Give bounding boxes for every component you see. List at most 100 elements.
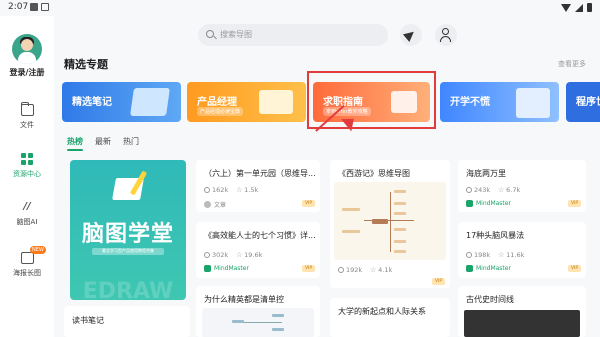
star-icon: ☆ bbox=[236, 251, 243, 259]
card-title: 《高效能人士的七个习惯》详... bbox=[204, 231, 316, 240]
new-badge: NEW bbox=[30, 246, 46, 254]
poster-icon bbox=[20, 252, 34, 264]
card-title: 17种头脑风暴法 bbox=[466, 231, 525, 240]
banner-subtitle: 产品经理必读宝典 bbox=[197, 107, 244, 116]
see-more-link[interactable]: 查看更多 bbox=[558, 59, 586, 69]
search-icon bbox=[206, 30, 214, 38]
card-stats: 192k ☆ 4.1k bbox=[338, 266, 392, 274]
eye-icon bbox=[204, 187, 210, 193]
card-title: 读书笔记 bbox=[72, 316, 104, 325]
eye-icon bbox=[204, 252, 210, 258]
content-tabs: 热榜 最新 热门 bbox=[67, 136, 139, 147]
tab-popular[interactable]: 热门 bbox=[123, 136, 139, 147]
sidebar-item-label: 文件 bbox=[20, 121, 34, 129]
hero-title: 脑图学堂 bbox=[81, 222, 174, 247]
books-illustration bbox=[130, 88, 170, 116]
sidebar-item-ai[interactable]: // 脑图AI bbox=[0, 201, 54, 227]
hero-subtitle: 最全学习型产品使用教程合集 bbox=[92, 248, 164, 255]
card-title: 《西游记》思维导图 bbox=[338, 169, 410, 178]
battery-icon bbox=[587, 3, 592, 12]
template-card[interactable]: 古代史时间线 bbox=[458, 286, 586, 337]
user-icon bbox=[442, 28, 449, 35]
star-icon: ☆ bbox=[236, 186, 243, 194]
template-card[interactable]: 读书笔记 bbox=[64, 306, 190, 337]
sidebar-item-label: 海报长图 bbox=[13, 269, 41, 277]
banner-title: 开学不慌 bbox=[450, 97, 490, 108]
profile-button[interactable] bbox=[435, 24, 457, 46]
sidebar-item-resource-center[interactable]: 资源中心 bbox=[0, 153, 54, 179]
timeline-thumbnail bbox=[464, 310, 580, 337]
tab-indicator bbox=[67, 149, 83, 151]
tab-latest[interactable]: 最新 bbox=[95, 136, 111, 147]
wifi-icon bbox=[561, 3, 571, 12]
banner-product-manager[interactable]: 产品经理 产品经理必读宝典 bbox=[187, 82, 306, 122]
vip-badge: VIP bbox=[432, 278, 445, 285]
star-icon: ☆ bbox=[498, 251, 505, 259]
card-title: 大学的新起点和人际关系 bbox=[338, 307, 426, 316]
template-card[interactable]: 《西游记》思维导图 192k ☆ 4.1k VIP bbox=[330, 160, 450, 288]
card-title: 海底两万里 bbox=[466, 169, 506, 178]
send-button[interactable] bbox=[400, 24, 422, 46]
chart-illustration bbox=[259, 90, 293, 114]
status-bar: 2:07 bbox=[0, 0, 600, 16]
section-title: 精选专题 bbox=[64, 58, 108, 71]
template-card[interactable]: 17种头脑风暴法 198k ☆ 11.6k MindMaster VIP bbox=[458, 222, 586, 278]
status-time: 2:07 bbox=[8, 2, 29, 12]
sidebar-item-label: 资源中心 bbox=[13, 170, 41, 178]
banner-back-to-school[interactable]: 开学不慌 bbox=[440, 82, 559, 122]
card-stats: 198k ☆ 11.6k bbox=[466, 251, 524, 259]
eye-icon bbox=[466, 252, 472, 258]
sidebar-item-label: 脑图AI bbox=[16, 218, 38, 226]
template-card[interactable]: 大学的新起点和人际关系 bbox=[330, 298, 450, 337]
ai-icon: // bbox=[23, 201, 31, 212]
search-bar[interactable]: 搜索导图 bbox=[198, 24, 388, 46]
folder-icon bbox=[20, 102, 34, 116]
sidebar-item-files[interactable]: 文件 bbox=[0, 102, 54, 130]
send-icon bbox=[402, 27, 418, 43]
hero-card[interactable]: 脑图学堂 最全学习型产品使用教程合集 EDRAW bbox=[70, 160, 186, 300]
mindmap-thumbnail bbox=[334, 182, 446, 260]
vip-badge: VIP bbox=[302, 200, 315, 207]
mindmaster-logo-icon bbox=[466, 200, 473, 207]
sidebar-item-poster[interactable]: NEW 海报长图 bbox=[0, 246, 54, 278]
vip-badge: VIP bbox=[568, 200, 581, 207]
card-author: MindMaster bbox=[204, 265, 249, 272]
tab-hot-list[interactable]: 热榜 bbox=[67, 136, 83, 147]
login-register-link[interactable]: 登录/注册 bbox=[0, 67, 54, 78]
card-title: 古代史时间线 bbox=[466, 295, 514, 304]
signal-icon bbox=[575, 3, 583, 12]
hero-watermark: EDRAW bbox=[82, 279, 174, 300]
card-stats: 162k ☆ 1.5k bbox=[204, 186, 258, 194]
notification-icon bbox=[30, 3, 38, 11]
template-card[interactable]: （六上）第一单元园（思维导... 162k ☆ 1.5k 文章 VIP bbox=[196, 160, 320, 212]
banner-title: 精选笔记 bbox=[72, 97, 112, 108]
avatar[interactable] bbox=[12, 34, 42, 64]
card-author: MindMaster bbox=[466, 265, 511, 272]
banner-programmer[interactable]: 程序世 bbox=[566, 82, 600, 122]
star-icon: ☆ bbox=[370, 266, 377, 274]
eye-icon bbox=[466, 187, 472, 193]
vip-badge: VIP bbox=[302, 265, 315, 272]
template-card[interactable]: 《高效能人士的七个习惯》详... 302k ☆ 19.6k MindMaster … bbox=[196, 222, 320, 278]
search-placeholder: 搜索导图 bbox=[220, 30, 252, 39]
screenshot-icon bbox=[41, 3, 49, 11]
template-card[interactable]: 为什么精英都是清单控 bbox=[196, 286, 320, 337]
template-card[interactable]: 海底两万里 243k ☆ 6.7k MindMaster VIP bbox=[458, 160, 586, 212]
author-avatar-icon bbox=[204, 201, 211, 208]
banner-title: 程序世 bbox=[576, 97, 600, 108]
star-icon: ☆ bbox=[498, 186, 505, 194]
banner-featured-notes[interactable]: 精选笔记 bbox=[62, 82, 181, 122]
grid-icon bbox=[20, 153, 34, 165]
sidebar: 登录/注册 文件 资源中心 // 脑图AI NEW 海报长图 bbox=[0, 16, 54, 337]
eye-icon bbox=[338, 267, 344, 273]
mindmaster-logo-icon bbox=[204, 265, 211, 272]
card-author: 文章 bbox=[204, 200, 226, 209]
card-stats: 243k ☆ 6.7k bbox=[466, 186, 520, 194]
vip-badge: VIP bbox=[568, 265, 581, 272]
card-stats: 302k ☆ 19.6k bbox=[204, 251, 262, 259]
students-illustration bbox=[516, 88, 550, 118]
mindmaster-logo-icon bbox=[466, 265, 473, 272]
card-title: 为什么精英都是清单控 bbox=[204, 295, 284, 304]
mindmap-thumbnail bbox=[202, 308, 314, 337]
card-title: （六上）第一单元园（思维导... bbox=[204, 169, 316, 178]
